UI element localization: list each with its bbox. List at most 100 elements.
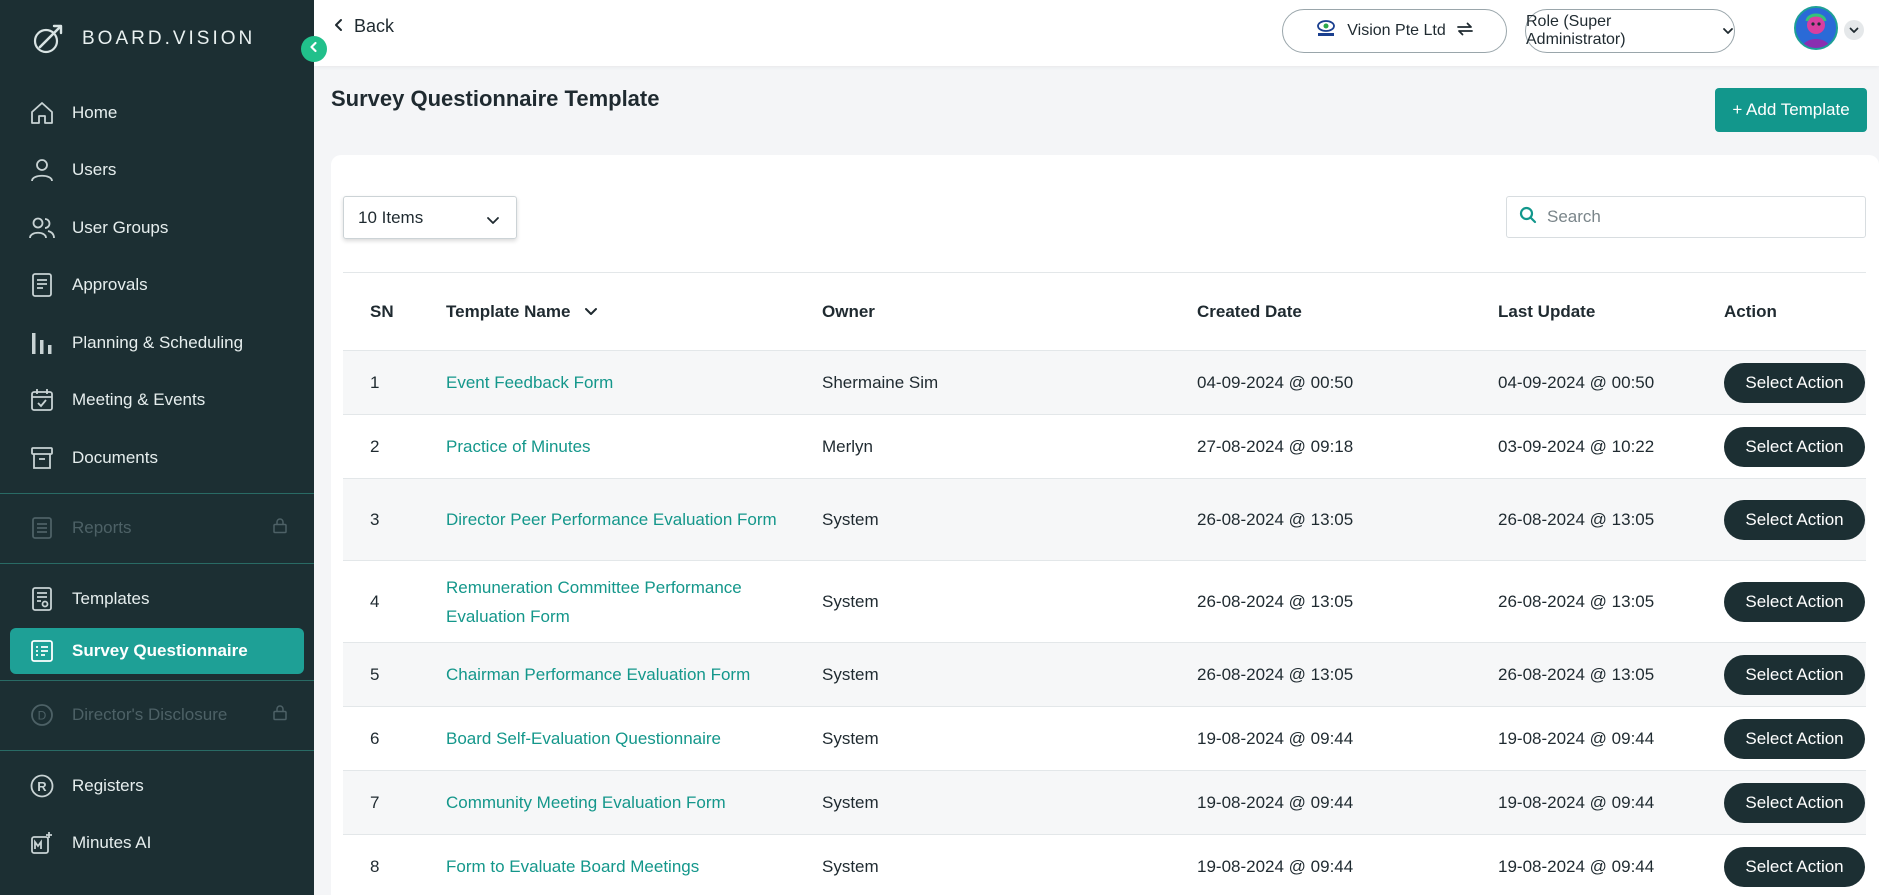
template-link[interactable]: Community Meeting Evaluation Form xyxy=(446,788,826,817)
cell-created-date: 27-08-2024 @ 09:18 xyxy=(1197,436,1354,456)
cell-created-date: 04-09-2024 @ 00:50 xyxy=(1197,372,1354,392)
search-icon xyxy=(1519,206,1537,229)
role-label: Role (Super Administrator) xyxy=(1526,13,1626,48)
cell-sn: 3 xyxy=(370,509,380,529)
cell-last-update: 19-08-2024 @ 09:44 xyxy=(1498,728,1655,748)
cell-created-date: 19-08-2024 @ 09:44 xyxy=(1197,792,1354,812)
brand[interactable]: BOARD.VISION xyxy=(0,0,314,78)
sidebar-item-planning[interactable]: Planning & Scheduling xyxy=(0,314,314,372)
template-link[interactable]: Director Peer Performance Evaluation For… xyxy=(446,505,796,534)
template-link[interactable]: Event Feedback Form xyxy=(446,368,796,397)
table-row: 3 Director Peer Performance Evaluation F… xyxy=(343,479,1866,561)
sidebar-item-label: Planning & Scheduling xyxy=(72,332,244,352)
select-action-button[interactable]: Select Action xyxy=(1724,782,1865,823)
template-icon xyxy=(28,585,56,613)
select-action-button[interactable]: Select Action xyxy=(1724,654,1865,695)
header-owner: Owner xyxy=(822,301,875,321)
organization-logo-icon xyxy=(1315,19,1337,44)
sidebar-item-label: Survey Questionnaire xyxy=(72,640,248,660)
sidebar-item-directors-disclosure: D Director's Disclosure xyxy=(0,687,314,745)
chevron-down-icon xyxy=(486,211,500,231)
organization-switcher[interactable]: Vision Pte Ltd xyxy=(1282,9,1507,53)
select-action-button[interactable]: Select Action xyxy=(1724,499,1865,540)
nav-divider xyxy=(0,492,314,494)
sidebar-item-documents[interactable]: Documents xyxy=(0,429,314,487)
search-input[interactable] xyxy=(1547,207,1847,227)
sidebar-item-label: Reports xyxy=(72,518,132,538)
cell-last-update: 19-08-2024 @ 09:44 xyxy=(1498,792,1655,812)
table-row: 8 Form to Evaluate Board Meetings System… xyxy=(343,835,1866,895)
page-size-select[interactable]: 10 Items xyxy=(343,196,517,239)
select-action-button[interactable]: Select Action xyxy=(1724,581,1865,622)
sidebar-item-user-groups[interactable]: User Groups xyxy=(0,199,314,257)
table-row: 4 Remuneration Committee Performance Eva… xyxy=(343,561,1866,643)
sidebar-item-registers[interactable]: R Registers xyxy=(0,757,314,815)
cell-created-date: 26-08-2024 @ 13:05 xyxy=(1197,591,1354,611)
sidebar-item-label: Users xyxy=(72,160,117,180)
avatar[interactable] xyxy=(1794,6,1838,50)
back-label: Back xyxy=(354,16,395,36)
table-header: SN Template Name Owner Created Date Last… xyxy=(343,273,1866,351)
top-bar: Back Vision Pte Ltd Role (Super Administ… xyxy=(314,0,1879,66)
chevron-down-icon[interactable] xyxy=(584,297,598,326)
header-template-name-label: Template Name xyxy=(446,302,571,321)
select-action-button[interactable]: Select Action xyxy=(1724,718,1865,759)
sidebar-item-label: Documents xyxy=(72,447,158,467)
sidebar-item-label: Approvals xyxy=(72,275,148,295)
organization-name: Vision Pte Ltd xyxy=(1347,22,1446,39)
disclosure-icon: D xyxy=(28,701,56,729)
cell-created-date: 19-08-2024 @ 09:44 xyxy=(1197,728,1354,748)
bar-chart-icon xyxy=(28,329,56,357)
sidebar-item-label: Minutes AI xyxy=(72,833,152,853)
cell-sn: 5 xyxy=(370,664,380,684)
svg-text:D: D xyxy=(38,709,47,723)
select-action-button[interactable]: Select Action xyxy=(1724,846,1865,887)
cell-sn: 4 xyxy=(370,591,380,611)
template-link[interactable]: Practice of Minutes xyxy=(446,432,796,461)
header-action: Action xyxy=(1724,301,1777,321)
sidebar-item-label: Registers xyxy=(72,775,144,795)
sidebar-item-users[interactable]: Users xyxy=(0,142,314,200)
approvals-icon xyxy=(28,271,56,299)
cell-sn: 6 xyxy=(370,728,380,748)
select-action-button[interactable]: Select Action xyxy=(1724,362,1865,403)
template-link[interactable]: Chairman Performance Evaluation Form xyxy=(446,660,826,689)
user-menu-toggle[interactable] xyxy=(1844,20,1864,40)
sidebar-item-reports: Reports xyxy=(0,500,314,558)
cell-created-date: 19-08-2024 @ 09:44 xyxy=(1197,856,1354,876)
sidebar-item-minutes-ai[interactable]: Minutes AI xyxy=(0,815,314,873)
cell-sn: 7 xyxy=(370,792,380,812)
templates-card: 10 Items SN Template Name Owner Created … xyxy=(331,155,1879,895)
back-button[interactable]: Back xyxy=(334,16,394,37)
lock-icon xyxy=(272,705,288,726)
sidebar-item-meetings[interactable]: Meeting & Events xyxy=(0,372,314,430)
header-last-update: Last Update xyxy=(1498,301,1596,321)
sidebar-item-templates[interactable]: Templates xyxy=(0,570,314,628)
chevron-down-icon xyxy=(1849,21,1859,39)
home-icon xyxy=(28,99,56,127)
template-link[interactable]: Form to Evaluate Board Meetings xyxy=(446,852,826,881)
calendar-check-icon xyxy=(28,386,56,414)
add-template-button[interactable]: + Add Template xyxy=(1715,88,1867,132)
sidebar-item-approvals[interactable]: Approvals xyxy=(0,257,314,315)
registered-icon: R xyxy=(28,772,56,800)
sidebar-item-label: User Groups xyxy=(72,217,169,237)
header-template-name[interactable]: Template Name xyxy=(446,297,796,326)
reports-icon xyxy=(28,514,56,542)
minutes-ai-icon xyxy=(28,829,56,857)
role-selector[interactable]: Role (Super Administrator) xyxy=(1525,9,1735,53)
board-vision-logo-icon xyxy=(28,19,68,59)
select-action-button[interactable]: Select Action xyxy=(1724,426,1865,467)
chevron-down-icon xyxy=(1722,22,1734,40)
cell-owner: System xyxy=(822,509,879,529)
sidebar-item-survey-questionnaire[interactable]: Survey Questionnaire xyxy=(10,627,304,674)
sidebar-nav: Home Users User Groups Approvals Plannin… xyxy=(0,84,314,872)
cell-last-update: 03-09-2024 @ 10:22 xyxy=(1498,436,1655,456)
survey-icon xyxy=(28,637,56,665)
template-link[interactable]: Remuneration Committee Performance Evalu… xyxy=(446,573,796,631)
search-box[interactable] xyxy=(1506,196,1866,238)
cell-owner: System xyxy=(822,664,879,684)
collapse-sidebar-button[interactable] xyxy=(301,36,327,62)
sidebar-item-home[interactable]: Home xyxy=(0,84,314,142)
template-link[interactable]: Board Self-Evaluation Questionnaire xyxy=(446,724,826,753)
